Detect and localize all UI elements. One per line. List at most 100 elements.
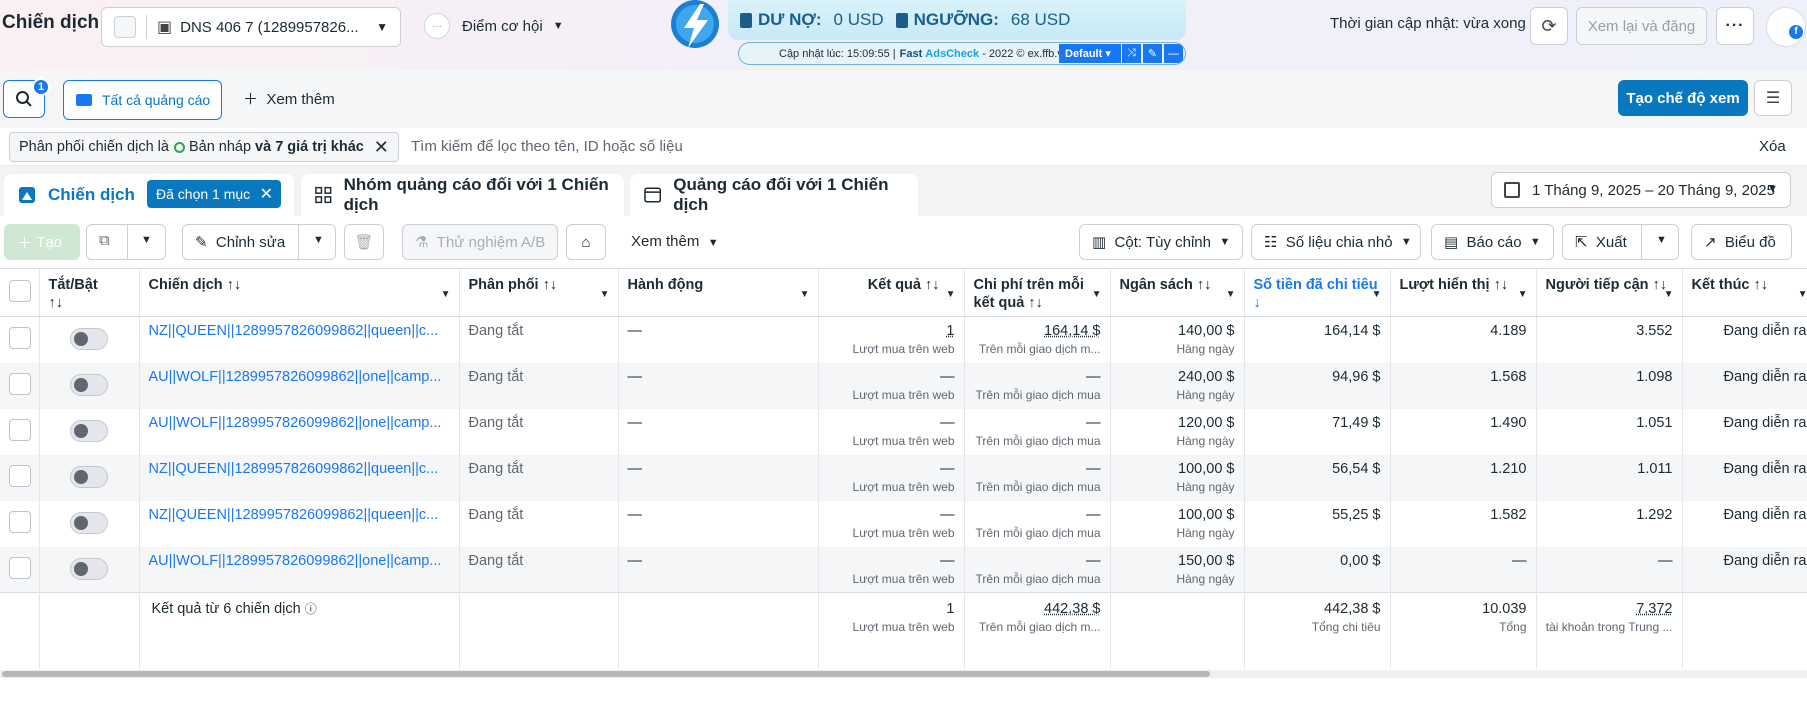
summary-reach[interactable]: 7.372 <box>1546 601 1672 618</box>
charts-button[interactable]: ↗ Biểu đồ <box>1691 224 1792 260</box>
more-actions-button[interactable]: Xem thêm ▼ <box>631 233 719 250</box>
delivery-status: Đang tắt <box>459 500 619 547</box>
cost-value[interactable]: 164,14 $ <box>974 323 1100 340</box>
more-options-button[interactable]: ··· <box>1716 7 1754 45</box>
campaign-toggle[interactable] <box>70 511 108 534</box>
tag-button[interactable]: ⌂ <box>566 224 606 260</box>
info-icon[interactable]: ⓘ <box>305 602 317 616</box>
refresh-button[interactable]: ⟳ <box>1530 7 1568 45</box>
selected-count-badge[interactable]: Đã chọn 1 mục ✕ <box>147 180 281 208</box>
col-ends[interactable]: Kết thúc ↑↓ ▼ <box>1682 268 1807 317</box>
col-results[interactable]: Kết quả ↑↓ ▼ <box>818 268 965 317</box>
row-checkbox[interactable] <box>9 372 31 395</box>
chevron-down-icon[interactable]: ▼ <box>1664 286 1674 304</box>
sort-icon[interactable]: ↑↓ <box>1197 277 1212 293</box>
close-icon[interactable]: ✕ <box>260 184 273 204</box>
col-delivery[interactable]: Phân phối ↑↓ ▼ <box>459 268 619 317</box>
chevron-down-icon[interactable]: ▼ <box>600 286 610 304</box>
row-checkbox[interactable] <box>9 464 31 487</box>
review-publish-button[interactable]: Xem lại và đăng <box>1576 7 1707 45</box>
budget-value[interactable]: 120,00 $ <box>1120 415 1234 432</box>
sort-icon[interactable]: ↑↓ <box>49 295 64 311</box>
campaign-name-link[interactable]: AU||WOLF||1289957826099862||one||camp... <box>139 362 460 409</box>
col-cost-per-result[interactable]: Chi phí trên mỗi kết quả ↑↓ ▼ <box>964 268 1111 317</box>
col-campaign[interactable]: Chiến dịch ↑↓ ▼ <box>139 268 460 317</box>
sort-icon[interactable]: ↑↓ <box>543 277 558 293</box>
delete-button[interactable]: 🗑 <box>344 224 384 260</box>
sort-icon[interactable]: ↑↓ <box>1494 277 1509 293</box>
clear-filters-button[interactable]: Xóa <box>1759 138 1786 155</box>
campaign-toggle[interactable] <box>70 419 108 442</box>
columns-button[interactable]: ▥ Cột: Tùy chỉnh ▼ <box>1079 224 1243 260</box>
create-button[interactable]: ＋ Tạo <box>4 224 80 260</box>
account-selector[interactable]: ▣ DNS 406 7 (1289957826... ▼ <box>101 7 401 47</box>
col-amount-spent[interactable]: Số tiền đã chi tiêu ↓ ▼ <box>1244 268 1391 317</box>
budget-value[interactable]: 140,00 $ <box>1120 323 1234 340</box>
results-value[interactable]: 1 <box>828 323 954 340</box>
opportunity-score-dropdown[interactable]: ··· Điểm cơ hội ▼ <box>424 12 564 40</box>
chevron-down-icon[interactable]: ▼ <box>1372 286 1382 304</box>
avatar[interactable]: f <box>1766 7 1806 47</box>
minimize-icon[interactable]: — <box>1164 44 1183 63</box>
budget-value[interactable]: 240,00 $ <box>1120 369 1234 386</box>
campaign-name-link[interactable]: NZ||QUEEN||1289957826099862||queen||c... <box>139 500 460 547</box>
sort-icon[interactable]: ↑↓ <box>1754 277 1769 293</box>
scrollbar-thumb[interactable] <box>2 671 1210 677</box>
row-checkbox[interactable] <box>9 327 31 349</box>
campaign-toggle[interactable] <box>70 328 108 350</box>
date-range-picker[interactable]: 1 Tháng 9, 2025 – 20 Tháng 9, 2025 ▼ <box>1491 172 1791 208</box>
chevron-down-icon[interactable]: ▼ <box>1798 286 1807 304</box>
row-checkbox[interactable] <box>9 556 31 579</box>
col-impressions[interactable]: Lượt hiển thị ↑↓ ▼ <box>1390 268 1537 317</box>
view-settings-button[interactable]: ☰ <box>1754 80 1792 116</box>
col-budget[interactable]: Ngân sách ↑↓ ▼ <box>1110 268 1245 317</box>
sort-icon[interactable]: ↑↓ <box>1028 295 1043 311</box>
campaign-toggle[interactable] <box>70 465 108 488</box>
edit-icon[interactable]: ✎ <box>1143 44 1162 63</box>
chevron-down-icon[interactable]: ▼ <box>441 286 451 304</box>
col-actions[interactable]: Hành động ▼ <box>618 268 819 317</box>
profile-select[interactable]: Default ▾ <box>1059 44 1121 63</box>
filter-chip[interactable]: Phân phối chiến dịch là Bản nháp và 7 gi… <box>9 132 399 162</box>
edit-button[interactable]: ✎ Chỉnh sửa ▼ <box>182 224 336 260</box>
chevron-down-icon[interactable]: ▼ <box>946 286 956 304</box>
close-icon[interactable]: ✕ <box>374 137 389 158</box>
filter-search-input[interactable]: Tìm kiếm để lọc theo tên, ID hoặc số liệ… <box>411 138 683 155</box>
duplicate-button[interactable]: ⧉ ▼ <box>86 224 166 260</box>
see-more-views-button[interactable]: ＋ Xem thêm <box>243 88 335 109</box>
debt-label: DƯ NỢ: <box>758 10 822 29</box>
row-checkbox[interactable] <box>9 418 31 441</box>
col-toggle[interactable]: Tắt/Bật ↑↓ <box>39 268 140 317</box>
ab-test-button[interactable]: ⚗ Thử nghiệm A/B <box>402 224 558 260</box>
reports-button[interactable]: ▤ Báo cáo ▼ <box>1431 224 1554 260</box>
shuffle-icon[interactable]: ⤨ <box>1122 44 1141 63</box>
chevron-down-icon[interactable]: ▼ <box>1518 286 1528 304</box>
chevron-down-icon[interactable]: ▼ <box>1226 286 1236 304</box>
tab-adsets[interactable]: Nhóm quảng cáo đối với 1 Chiến dịch <box>301 174 624 216</box>
sort-icon[interactable]: ↑↓ <box>227 277 242 293</box>
campaign-toggle[interactable] <box>70 373 108 396</box>
campaign-name-link[interactable]: NZ||QUEEN||1289957826099862||queen||c... <box>139 316 460 363</box>
sort-icon[interactable]: ↑↓ <box>925 277 940 293</box>
create-view-button[interactable]: Tạo chế độ xem <box>1618 80 1748 116</box>
select-all-checkbox[interactable] <box>9 280 31 302</box>
row-checkbox[interactable] <box>9 510 31 533</box>
breakdown-button[interactable]: ☷ Số liệu chia nhỏ ▼ <box>1251 224 1421 260</box>
campaign-name-link[interactable]: AU||WOLF||1289957826099862||one||camp... <box>139 408 460 455</box>
col-reach[interactable]: Người tiếp cận ↑↓ ▼ <box>1536 268 1683 317</box>
chevron-down-icon[interactable]: ▼ <box>800 286 810 304</box>
campaign-name-link[interactable]: AU||WOLF||1289957826099862||one||camp... <box>139 546 460 593</box>
sort-desc-icon[interactable]: ↓ <box>1254 295 1261 311</box>
budget-value[interactable]: 150,00 $ <box>1120 553 1234 570</box>
campaign-name-link[interactable]: NZ||QUEEN||1289957826099862||queen||c... <box>139 454 460 501</box>
budget-value[interactable]: 100,00 $ <box>1120 461 1234 478</box>
export-button[interactable]: ⇱ Xuất ▼ <box>1562 224 1679 260</box>
account-avatar <box>114 16 136 38</box>
tab-ads[interactable]: Quảng cáo đối với 1 Chiến dịch <box>630 174 918 216</box>
campaign-toggle[interactable] <box>70 557 108 580</box>
budget-value[interactable]: 100,00 $ <box>1120 507 1234 524</box>
chevron-down-icon[interactable]: ▼ <box>1092 286 1102 304</box>
horizontal-scrollbar[interactable] <box>0 670 1807 678</box>
summary-cost[interactable]: 442,38 $ <box>974 601 1100 618</box>
all-ads-button[interactable]: Tất cả quảng cáo <box>63 80 222 120</box>
